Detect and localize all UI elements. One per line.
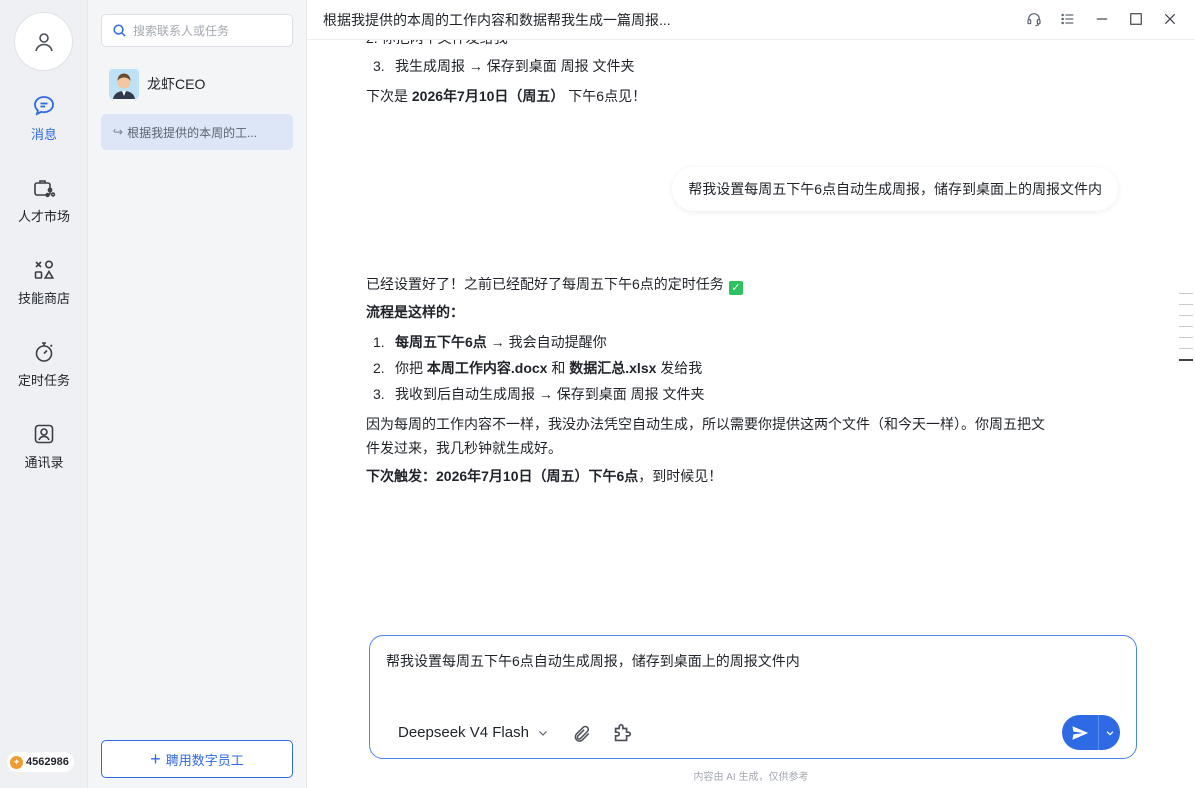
session-item[interactable]: ↪ 根据我提供的本周的工...	[101, 114, 293, 150]
model-name: Deepseek V4 Flash	[398, 724, 529, 741]
nav-mark[interactable]	[1179, 293, 1193, 294]
user-avatar[interactable]	[14, 12, 73, 71]
app-window: 消息 人才市场 技能商店 定时任务 通讯录 ✦ 4562986 搜索联系人或任务…	[0, 0, 1195, 788]
conversation-title: 根据我提供的本周的工作内容和数据帮我生成一篇周报...	[323, 11, 671, 28]
shapes-icon	[31, 257, 57, 283]
maximize-icon[interactable]	[1125, 8, 1147, 30]
nav-mark[interactable]	[1179, 315, 1193, 316]
flow-title: 流程是这样的：	[366, 302, 464, 322]
explain-line-1: 因为每周的工作内容不一样，我没办法凭空自动生成，所以需要你提供这两个文件（和今天…	[366, 416, 1045, 432]
bold-text: 每周五下午6点	[395, 334, 487, 350]
minimize-icon[interactable]	[1091, 8, 1113, 30]
hire-digital-employee-button[interactable]: + 聘用数字员工	[101, 740, 293, 778]
contact-avatar	[109, 69, 139, 99]
headset-icon[interactable]	[1023, 8, 1045, 30]
nav-mark[interactable]	[1179, 304, 1193, 305]
nav-item-scheduled-tasks[interactable]: 定时任务	[0, 339, 88, 399]
puzzle-icon[interactable]	[611, 723, 633, 745]
text-span: 和	[547, 360, 570, 376]
contact-item-lobster-ceo[interactable]: 龙虾CEO	[101, 66, 293, 102]
coin-icon: ✦	[10, 755, 23, 769]
title-bar: 根据我提供的本周的工作内容和数据帮我生成一篇周报...	[307, 0, 1195, 40]
chat-main: 根据我提供的本周的工作内容和数据帮我生成一篇周报... 3. 我生成周报 → 保…	[307, 0, 1195, 788]
flow-title-text: 流程是这样的：	[366, 304, 464, 320]
partial-line: 2. 你把两个文件发给我	[366, 40, 508, 48]
coin-balance[interactable]: ✦ 4562986	[7, 752, 74, 772]
window-controls	[1023, 8, 1181, 30]
paperclip-icon[interactable]	[572, 724, 592, 744]
contacts-panel: 龙虾CEO ↪ 根据我提供的本周的工... + 聘用数字员工	[88, 0, 307, 788]
nav-label-talent-market: 人才市场	[17, 209, 70, 224]
text-span: → 我会自动提醒你	[486, 334, 607, 350]
text-span: 你把	[395, 360, 427, 376]
search-box[interactable]	[101, 14, 293, 47]
user-message-bubble: 帮我设置每周五下午6点自动生成周报，储存到桌面上的周报文件内	[672, 167, 1118, 211]
send-icon[interactable]	[1062, 715, 1099, 750]
contact-card-icon	[31, 421, 57, 447]
search-input[interactable]	[133, 23, 283, 38]
nav-item-contacts[interactable]: 通讯录	[0, 421, 88, 481]
left-nav: 消息 人才市场 技能商店 定时任务 通讯录 ✦ 4562986	[0, 0, 88, 788]
text-span: 下次是	[366, 88, 412, 104]
list-icon[interactable]	[1057, 8, 1079, 30]
chat-bubble-icon	[31, 93, 57, 119]
coin-count: 4562986	[26, 756, 69, 768]
text-span: ，到时候见！	[638, 468, 723, 484]
trigger-line: 下次触发：2026年7月10日（周五）下午6点，到时候见！	[366, 466, 722, 486]
file-name-docx: 本周工作内容.docx	[426, 360, 548, 376]
message-composer[interactable]: 帮我设置每周五下午6点自动生成周报，储存到桌面上的周报文件内 Deepseek …	[369, 635, 1137, 759]
list-text: 我生成周报 → 保存到桌面 周报 文件夹	[395, 58, 635, 74]
nav-mark[interactable]	[1179, 348, 1193, 349]
next-time-line: 下次是 2026年7月10日（周五） 下午6点见！	[366, 86, 646, 106]
user-message-text: 帮我设置每周五下午6点自动生成周报，储存到桌面上的周报文件内	[688, 181, 1102, 197]
text-span: 发给我	[656, 360, 703, 376]
ai-disclaimer: 内容由 AI 生成，仅供参考	[693, 772, 809, 783]
nav-mark[interactable]	[1179, 326, 1193, 327]
message-navigator[interactable]	[1179, 293, 1193, 371]
nav-mark-active[interactable]	[1179, 359, 1193, 361]
chevron-down-icon	[538, 730, 547, 736]
user-icon	[34, 32, 53, 51]
session-preview: 根据我提供的本周的工...	[127, 125, 258, 140]
message-list: 2. 你把两个文件发给我 3. 我生成周报 → 保存到桌面 周报 文件夹 下次是 …	[307, 40, 1195, 630]
text-span: 已经设置好了！之前已经配好了每周五下午6点的定时任务	[366, 276, 724, 292]
hire-button-label: 聘用数字员工	[165, 752, 244, 768]
text-span: 下午6点见！	[564, 88, 647, 104]
nav-item-talent-market[interactable]: 人才市场	[0, 175, 88, 235]
flow-step-2: 2. 你把 本周工作内容.docx 和 数据汇总.xlsx 发给我	[366, 358, 702, 378]
model-selector[interactable]: Deepseek V4 Flash	[398, 724, 549, 741]
briefcase-share-icon	[31, 175, 57, 201]
nav-item-messages[interactable]: 消息	[0, 93, 88, 153]
plus-icon: +	[150, 749, 161, 769]
reply-line-1: 已经设置好了！之前已经配好了每周五下午6点的定时任务 ✓	[366, 274, 743, 295]
bold-text: 下次触发：2026年7月10日（周五）下午6点	[366, 468, 639, 484]
bold-date: 2026年7月10日（周五）	[411, 88, 565, 104]
prev-step-3: 3. 我生成周报 → 保存到桌面 周报 文件夹	[366, 56, 635, 76]
text-span: 我收到后自动生成周报 → 保存到桌面 周报 文件夹	[395, 386, 705, 402]
flow-step-3: 3. 我收到后自动生成周报 → 保存到桌面 周报 文件夹	[366, 384, 705, 404]
nav-label-messages: 消息	[30, 127, 57, 142]
reply-arrow-icon: ↪	[113, 125, 124, 139]
flow-step-1: 1. 每周五下午6点 → 我会自动提醒你	[366, 332, 607, 352]
list-number: 2.	[373, 360, 385, 376]
file-name-xlsx: 数据汇总.xlsx	[569, 360, 657, 376]
nav-item-skill-store[interactable]: 技能商店	[0, 257, 88, 317]
nav-label-skill-store: 技能商店	[17, 291, 70, 306]
send-button[interactable]	[1062, 715, 1120, 750]
explain-line-2: 件发过来，我几秒钟就生成好。	[366, 440, 562, 456]
nav-label-scheduled-tasks: 定时任务	[17, 373, 70, 388]
list-number: 3.	[373, 386, 385, 402]
stopwatch-icon	[31, 339, 57, 365]
nav-label-contacts: 通讯录	[24, 455, 64, 470]
contact-name: 龙虾CEO	[147, 76, 206, 92]
check-icon: ✓	[728, 281, 743, 295]
nav-mark[interactable]	[1179, 337, 1193, 338]
close-icon[interactable]	[1159, 8, 1181, 30]
send-options-chevron-icon[interactable]	[1099, 715, 1120, 750]
list-number: 3.	[373, 58, 385, 74]
search-icon	[113, 24, 126, 37]
list-number: 1.	[373, 334, 385, 350]
composer-input[interactable]: 帮我设置每周五下午6点自动生成周报，储存到桌面上的周报文件内	[386, 651, 800, 671]
